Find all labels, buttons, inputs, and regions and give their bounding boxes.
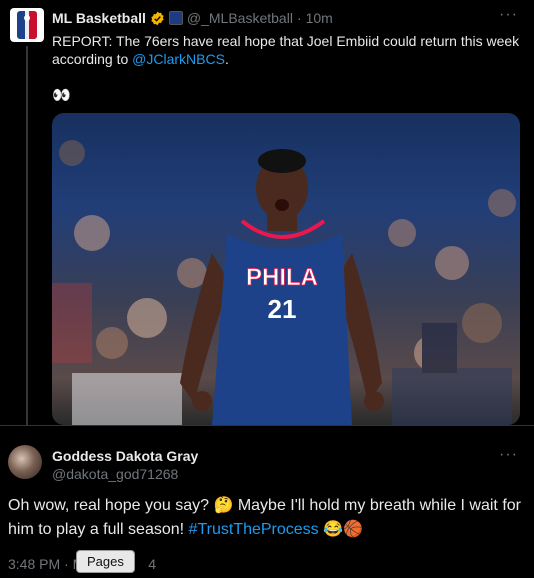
reply-end-emoji: 😂🏀 — [323, 521, 363, 538]
tweet-time[interactable]: 10m — [306, 10, 333, 26]
basketball-player-image: PHILA 21 — [52, 140, 516, 425]
jersey-team-text: PHILA — [246, 264, 318, 291]
user-avatar[interactable] — [8, 445, 42, 479]
mention-link[interactable]: @JClarkNBCS — [132, 51, 225, 67]
tweet-header: ML Basketball @_MLBasketball · 10m — [52, 10, 333, 26]
reply-text: Oh wow, real hope you say? 🤔 Maybe I'll … — [8, 494, 528, 542]
reply-author-name-wrap: Goddess Dakota Gray — [52, 448, 198, 464]
tweet-text-body: REPORT: The 76ers have real hope that Jo… — [52, 33, 520, 67]
eyes-emoji: 👀 — [52, 87, 71, 104]
nba-logo-icon — [17, 11, 37, 39]
more-options-icon[interactable]: ··· — [499, 446, 518, 464]
timestamp-prefix: 3:48 PM · M — [8, 556, 85, 572]
affiliate-badge-icon[interactable] — [168, 11, 183, 25]
verified-badge-icon[interactable] — [150, 11, 165, 26]
tweet-ml-basketball[interactable]: ML Basketball @_MLBasketball · 10m ··· R… — [0, 0, 534, 426]
more-options-icon[interactable]: ··· — [499, 6, 518, 24]
thread-line — [26, 46, 28, 426]
tweet-reply[interactable]: Goddess Dakota Gray @dakota_god71268 ···… — [0, 426, 534, 578]
author-name[interactable]: ML Basketball — [52, 10, 146, 26]
pages-tooltip: Pages — [76, 550, 135, 573]
tweet-photo[interactable]: PHILA 21 — [52, 113, 520, 425]
tweet-text-end: . — [224, 51, 229, 67]
reply-author-name[interactable]: Goddess Dakota Gray — [52, 448, 198, 464]
author-handle[interactable]: @_MLBasketball — [187, 10, 293, 26]
hashtag-link[interactable]: #TrustTheProcess — [189, 521, 319, 538]
nba-logo-avatar[interactable] — [10, 8, 44, 42]
separator-dot: · — [296, 10, 302, 26]
jersey-number-text: 21 — [268, 294, 297, 324]
timestamp-suffix: 4 — [148, 556, 157, 572]
tweet-text: REPORT: The 76ers have real hope that Jo… — [52, 32, 522, 68]
reply-author-handle[interactable]: @dakota_god71268 — [52, 466, 178, 482]
